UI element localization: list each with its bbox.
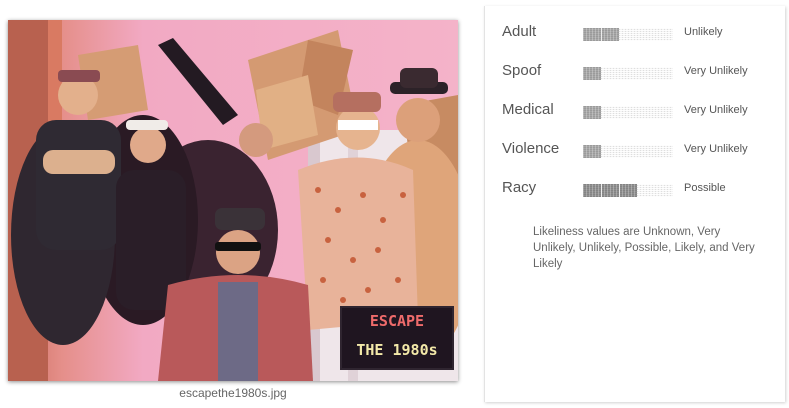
category-label: Violence bbox=[502, 140, 560, 157]
category-label: Racy bbox=[502, 179, 537, 196]
likelihood-meter bbox=[583, 145, 673, 158]
likelihood-row-violence: Violence Very Unlikely bbox=[502, 138, 782, 162]
likelihood-meter-fill bbox=[583, 67, 601, 80]
likelihood-row-adult: Adult Unlikely bbox=[502, 21, 782, 45]
category-label: Adult bbox=[502, 23, 537, 40]
likelihood-row-racy: Racy Possible bbox=[502, 177, 782, 201]
meter-segment-divider bbox=[600, 184, 602, 197]
meter-segment-divider bbox=[618, 184, 620, 197]
uploaded-photo: ESCAPE THE 1980s bbox=[8, 20, 458, 381]
category-label: Spoof bbox=[502, 62, 542, 79]
likelihood-value: Unlikely bbox=[684, 26, 723, 38]
category-label: Medical bbox=[502, 101, 554, 118]
results-panel: Adult Unlikely Spoof Very Unlikely Medic… bbox=[484, 6, 785, 402]
likelihood-meter-fill bbox=[583, 184, 637, 197]
likelihood-meter bbox=[583, 67, 673, 80]
sign-text-line2: THE 1980s bbox=[356, 341, 437, 359]
likelihood-row-spoof: Spoof Very Unlikely bbox=[502, 60, 782, 84]
likelihood-meter-fill bbox=[583, 106, 601, 119]
likelihood-meter-fill bbox=[583, 28, 619, 41]
photo-filename: escapethe1980s.jpg bbox=[179, 386, 287, 400]
likelihood-meter bbox=[583, 184, 673, 197]
likelihood-value: Very Unlikely bbox=[684, 143, 748, 155]
meter-segment-divider bbox=[601, 28, 602, 41]
likelihood-meter bbox=[583, 106, 673, 119]
likelihood-meter-fill bbox=[583, 145, 601, 158]
likelihood-value: Very Unlikely bbox=[684, 65, 748, 77]
likeliness-footnote: Likeliness values are Unknown, Very Unli… bbox=[533, 226, 755, 270]
likelihood-value: Possible bbox=[684, 182, 726, 194]
likelihood-row-medical: Medical Very Unlikely bbox=[502, 99, 782, 123]
sign-text-line1: ESCAPE bbox=[370, 312, 424, 330]
likelihood-value: Very Unlikely bbox=[684, 104, 748, 116]
safe-search-result: ESCAPE THE 1980s escapethe1980s.jpg Adul… bbox=[0, 0, 789, 408]
photo-illustration: ESCAPE THE 1980s bbox=[8, 20, 458, 381]
likelihood-meter bbox=[583, 28, 673, 41]
